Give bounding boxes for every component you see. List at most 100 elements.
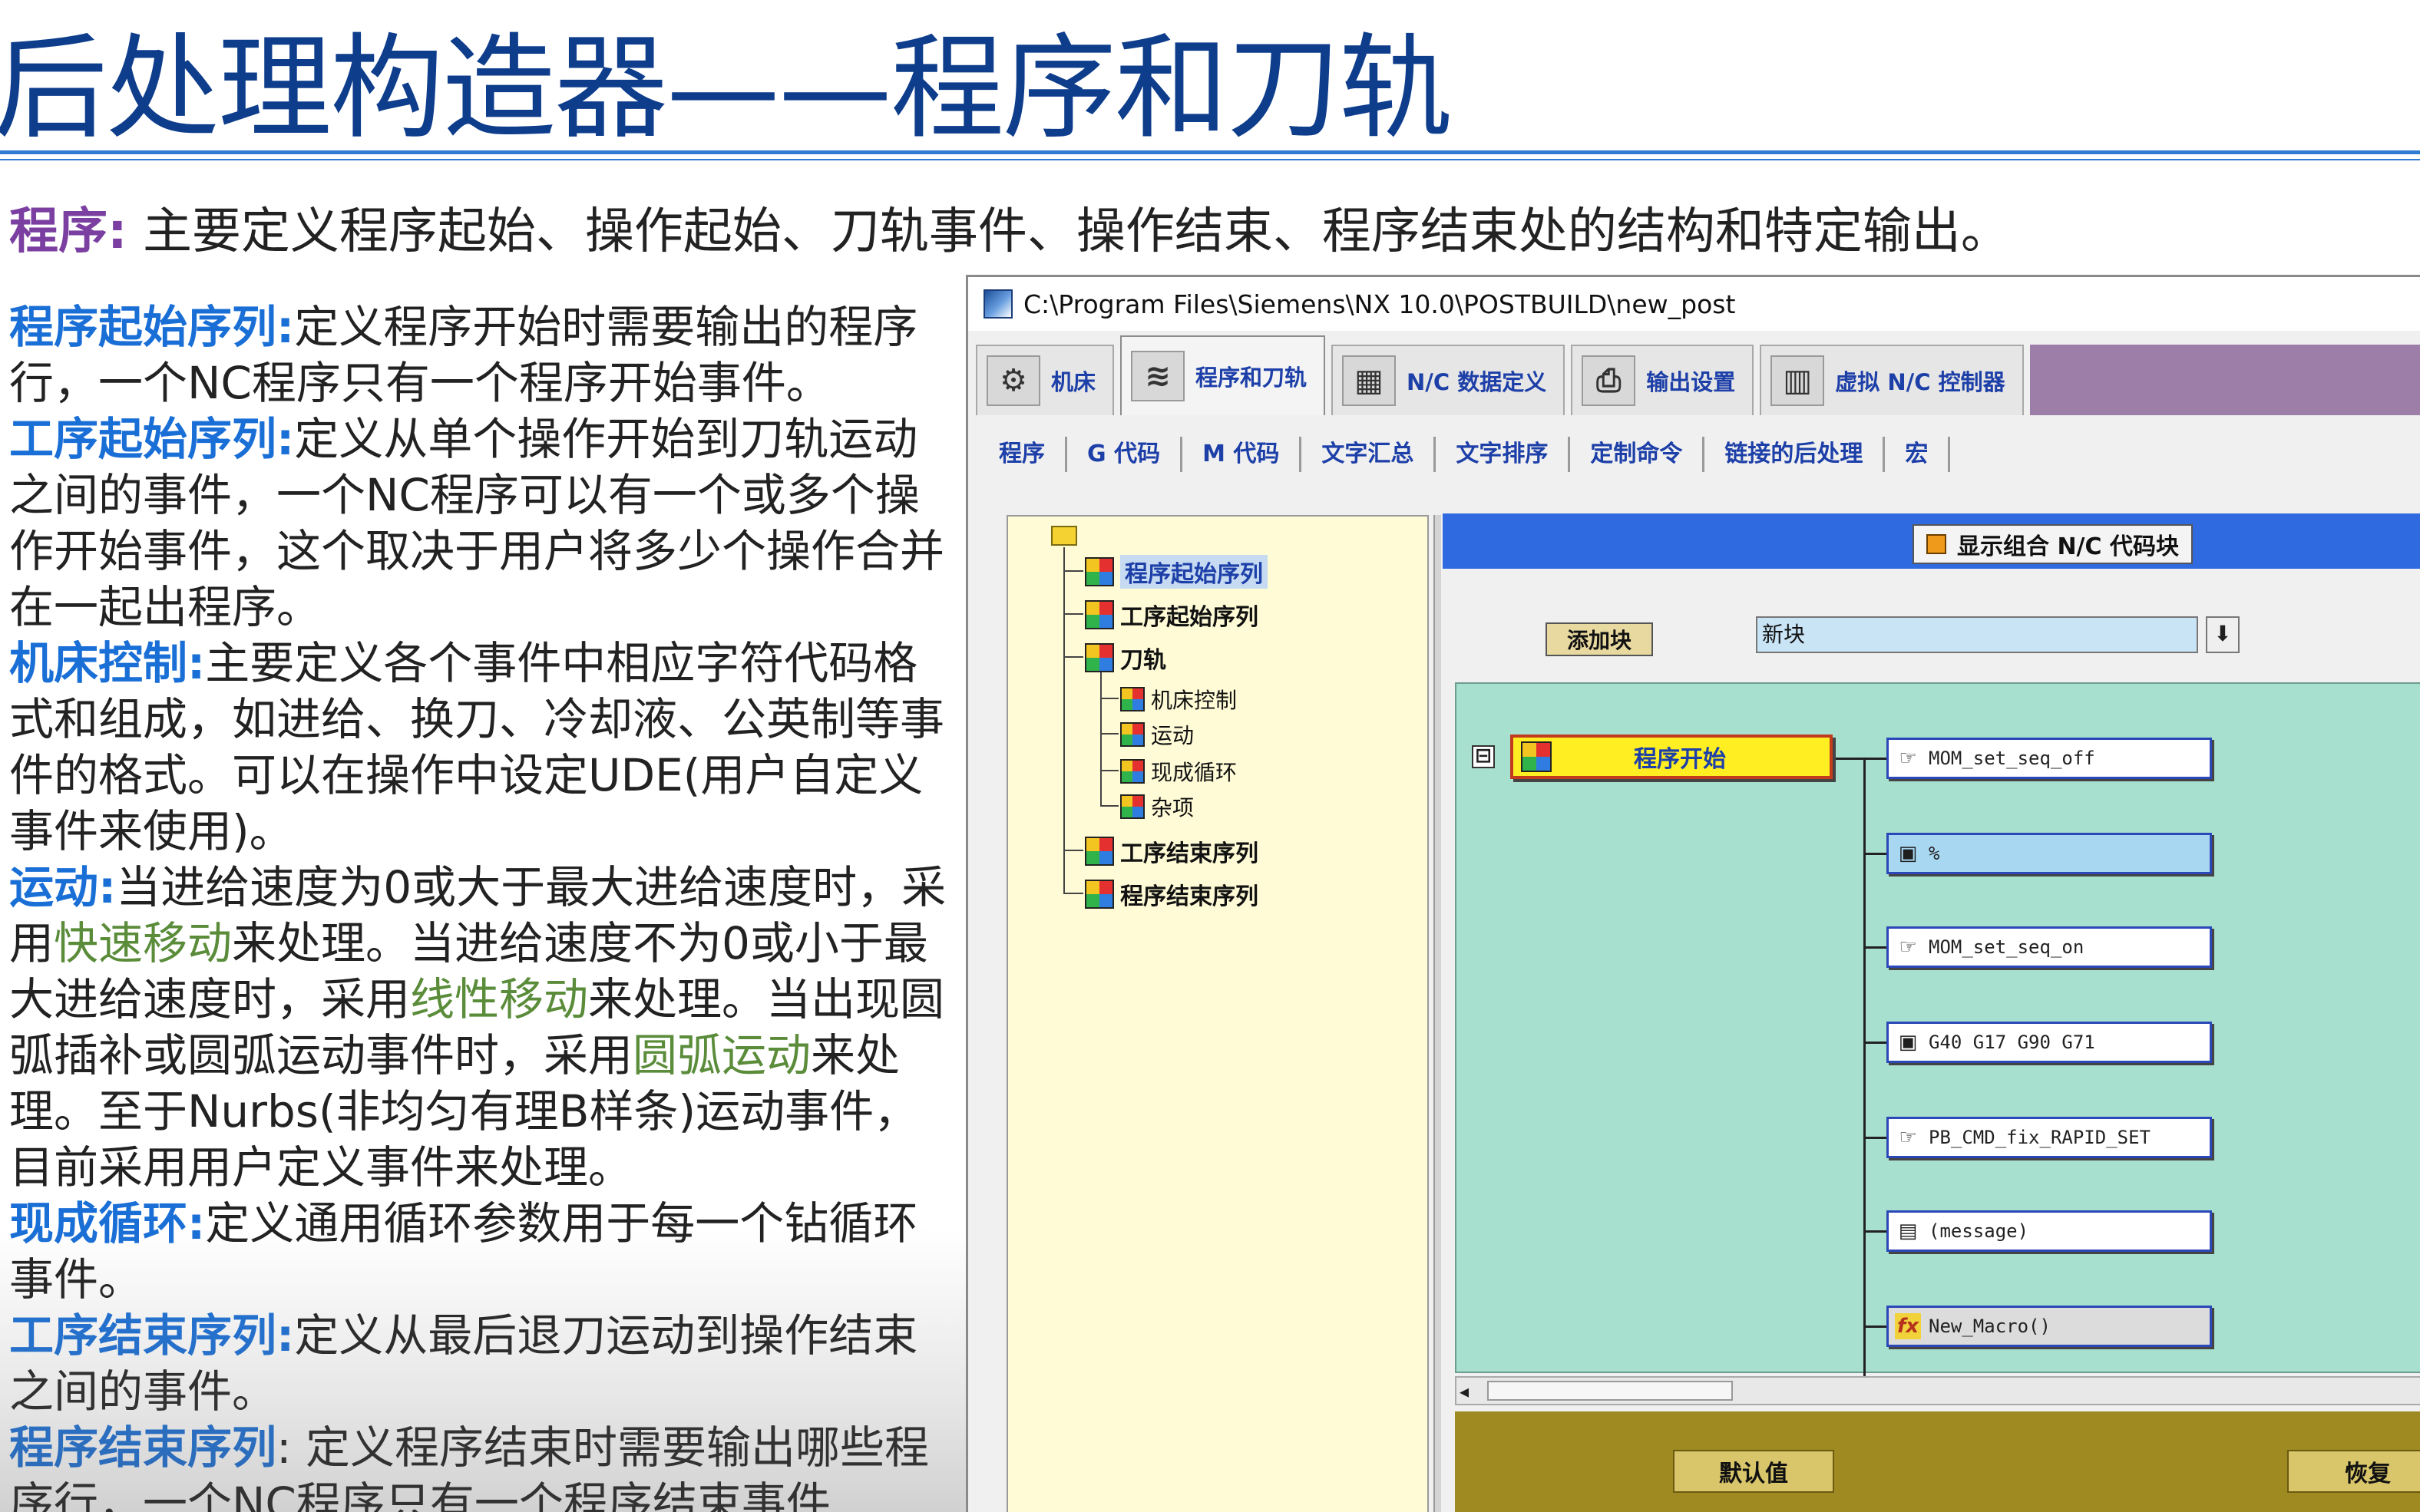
subtab-word-sequencing[interactable]: 文字排序 xyxy=(1436,437,1571,472)
add-block-button[interactable]: 添加块 xyxy=(1546,622,1653,656)
sequence-cube-icon xyxy=(1085,557,1114,586)
para-program-end: 程序结束序列: 定义程序结束时需要输出哪些程序行，一个NC程序只有一个程序结束事… xyxy=(9,1420,961,1512)
scrollbar-thumb[interactable] xyxy=(1487,1381,1733,1401)
subtab-word-summary[interactable]: 文字汇总 xyxy=(1301,437,1436,472)
controller-icon: ▥ xyxy=(1770,355,1825,406)
machine-tool-icon: ⚙ xyxy=(987,355,1040,406)
tree-node-toolpath[interactable]: 刀轨 xyxy=(1085,641,1166,675)
tab-label: 输出设置 xyxy=(1646,369,1736,395)
sequence-cube-icon xyxy=(1120,794,1145,819)
tab-program-and-path[interactable]: ≋ 程序和刀轨 xyxy=(1120,335,1326,415)
tree-node-operation-end[interactable]: 工序结束序列 xyxy=(1085,834,1258,868)
block-g40-g17-g90-g71[interactable]: ▣ G40 G17 G90 G71 xyxy=(1886,1022,2212,1063)
block-new-macro[interactable]: fx New_Macro() xyxy=(1886,1306,2212,1347)
hl-circular-move: 圆弧运动 xyxy=(633,1029,812,1081)
tree-node-program-end[interactable]: 程序结束序列 xyxy=(1085,877,1258,911)
para-operation-start: 工序起始序列:定义从单个操作开始到刀轨运动之间的事件，一个NC程序可以有一个或多… xyxy=(9,411,961,636)
intro-text: 主要定义程序起始、操作起始、刀轨事件、操作结束、程序结束处的结构和特定输出。 xyxy=(142,203,2010,260)
restore-button[interactable]: 恢复 xyxy=(2287,1450,2420,1493)
tree-node-label: 工序结束序列 xyxy=(1120,840,1258,867)
printer-icon: ⎙ xyxy=(1582,355,1636,406)
tree-node-label: 杂项 xyxy=(1151,795,1195,820)
slide-title: 后处理构造器——程序和刀轨 xyxy=(0,22,1453,154)
block-message[interactable]: ▤ (message) xyxy=(1886,1210,2212,1252)
subtab-macro[interactable]: 宏 xyxy=(1885,437,1951,472)
block-mom-set-seq-off[interactable]: ☞ MOM_set_seq_off xyxy=(1886,738,2212,779)
event-cube-icon xyxy=(1521,741,1552,772)
tab-label: N/C 数据定义 xyxy=(1407,369,1547,395)
event-tree[interactable]: 程序起始序列 工序起始序列 刀轨 机床控制 运动 现成循环 杂项 工序结束序列 xyxy=(1007,515,1429,1512)
kw-canned-cycle: 现成循环: xyxy=(9,1197,206,1250)
tree-node-canned-cycle[interactable]: 现成循环 xyxy=(1120,756,1237,787)
note-icon: ▤ xyxy=(1898,1220,1918,1243)
para-canned-cycle: 现成循环:定义通用循环参数用于每一个钻循环事件。 xyxy=(9,1196,961,1308)
show-combined-nc-blocks-toggle[interactable]: 显示组合 N/C 代码块 xyxy=(1913,524,2193,564)
explanation-text: 程序起始序列:定义程序开始时需要输出的程序行，一个NC程序只有一个程序开始事件。… xyxy=(9,299,961,1512)
hand-pointer-icon: ☞ xyxy=(1899,936,1917,959)
horizontal-scrollbar[interactable]: ◂ xyxy=(1455,1376,2420,1405)
sequence-cube-icon xyxy=(1085,600,1114,629)
hl-linear-move: 线性移动 xyxy=(410,973,589,1025)
tree-connector xyxy=(1100,733,1119,735)
tree-node-motion[interactable]: 运动 xyxy=(1120,719,1194,750)
connector-line xyxy=(1863,946,1886,949)
para-program-start: 程序起始序列:定义程序开始时需要输出的程序行，一个NC程序只有一个程序开始事件。 xyxy=(9,299,961,411)
connector-line xyxy=(1836,758,1865,760)
block-text: PB_CMD_fix_RAPID_SET xyxy=(1929,1127,2151,1148)
block-text: New_Macro() xyxy=(1929,1316,2051,1337)
block-percent[interactable]: ▣ % xyxy=(1886,833,2212,874)
sequence-cube-icon xyxy=(1085,643,1114,672)
subtab-g-code[interactable]: G 代码 xyxy=(1067,437,1183,472)
sequence-canvas[interactable]: ⊟ 程序开始 ☞ MOM_set_seq_off ▣ % ☞ MOM_set_s… xyxy=(1455,682,2420,1402)
subtab-custom-command[interactable]: 定制命令 xyxy=(1570,437,1705,472)
tab-bar-filler xyxy=(2029,345,2420,415)
tab-machine-tool[interactable]: ⚙ 机床 xyxy=(976,345,1115,415)
tree-connector xyxy=(1063,656,1083,658)
kw-operation-start: 工序起始序列: xyxy=(9,413,295,465)
block-text: MOM_set_seq_on xyxy=(1929,936,2084,958)
tree-connector xyxy=(1063,893,1083,894)
block-pb-cmd-fix-rapid-set[interactable]: ☞ PB_CMD_fix_RAPID_SET xyxy=(1886,1117,2212,1158)
sequence-cube-icon xyxy=(1085,880,1114,909)
block-text: % xyxy=(1929,843,1940,864)
connector-line xyxy=(1863,1230,1886,1233)
intro-keyword: 程序: xyxy=(9,203,127,260)
subtab-m-code[interactable]: M 代码 xyxy=(1182,437,1302,472)
scroll-left-icon[interactable]: ◂ xyxy=(1460,1381,1469,1402)
para-operation-end: 工序结束序列:定义从最后退刀运动到操作结束之间的事件。 xyxy=(9,1308,961,1420)
sequence-cube-icon xyxy=(1120,687,1145,711)
tree-node-label: 现成循环 xyxy=(1151,760,1238,785)
new-block-select[interactable]: 新块 xyxy=(1756,616,2198,653)
tab-label: 虚拟 N/C 控制器 xyxy=(1835,369,2005,395)
sequence-editor: 显示组合 N/C 代码块 添加块 新块 ⬇ ⊟ 程序开始 ☞ MOM_set_s… xyxy=(1443,506,2420,1512)
kw-operation-end: 工序结束序列: xyxy=(9,1309,295,1362)
subtab-program[interactable]: 程序 xyxy=(979,437,1067,472)
tree-node-misc[interactable]: 杂项 xyxy=(1120,791,1194,822)
pane-splitter[interactable] xyxy=(1433,515,1441,1512)
tree-node-program-start[interactable]: 程序起始序列 xyxy=(1085,555,1268,589)
main-tab-bar: ⚙ 机床 ≋ 程序和刀轨 ▦ N/C 数据定义 ⎙ 输出设置 ▥ 虚拟 N/C … xyxy=(976,335,2420,415)
default-button[interactable]: 默认值 xyxy=(1673,1450,1834,1493)
block-mom-set-seq-on[interactable]: ☞ MOM_set_seq_on xyxy=(1886,926,2212,968)
kw-program-end: 程序结束序列 xyxy=(9,1421,277,1474)
tab-virtual-nc-controller[interactable]: ▥ 虚拟 N/C 控制器 xyxy=(1760,345,2024,415)
tree-node-label: 工序起始序列 xyxy=(1120,604,1258,631)
dropdown-arrow-icon[interactable]: ⬇ xyxy=(2206,616,2240,653)
tab-label: 机床 xyxy=(1051,369,1096,395)
kw-motion: 运动: xyxy=(9,861,117,913)
tree-connector xyxy=(1063,613,1083,615)
connector-line xyxy=(1863,1042,1886,1044)
collapse-icon[interactable]: ⊟ xyxy=(1472,745,1495,768)
sub-tab-bar: 程序 G 代码 M 代码 文字汇总 文字排序 定制命令 链接的后处理 宏 xyxy=(979,431,1951,478)
window-titlebar[interactable]: C:\Program Files\Siemens\NX 10.0\POSTBUI… xyxy=(968,277,2420,331)
tab-label: 程序和刀轨 xyxy=(1195,365,1308,391)
tree-node-operation-start[interactable]: 工序起始序列 xyxy=(1085,598,1258,632)
sequence-cube-icon xyxy=(1085,837,1114,866)
program-start-event-block[interactable]: 程序开始 xyxy=(1510,735,1833,779)
nc-block-cube-icon: ▣ xyxy=(1898,842,1918,865)
tree-node-machine-control[interactable]: 机床控制 xyxy=(1120,684,1237,715)
tab-output-settings[interactable]: ⎙ 输出设置 xyxy=(1571,345,1754,415)
tab-nc-data-definition[interactable]: ▦ N/C 数据定义 xyxy=(1331,345,1565,415)
subtab-linked-posts[interactable]: 链接的后处理 xyxy=(1704,437,1886,472)
app-icon xyxy=(984,289,1013,319)
